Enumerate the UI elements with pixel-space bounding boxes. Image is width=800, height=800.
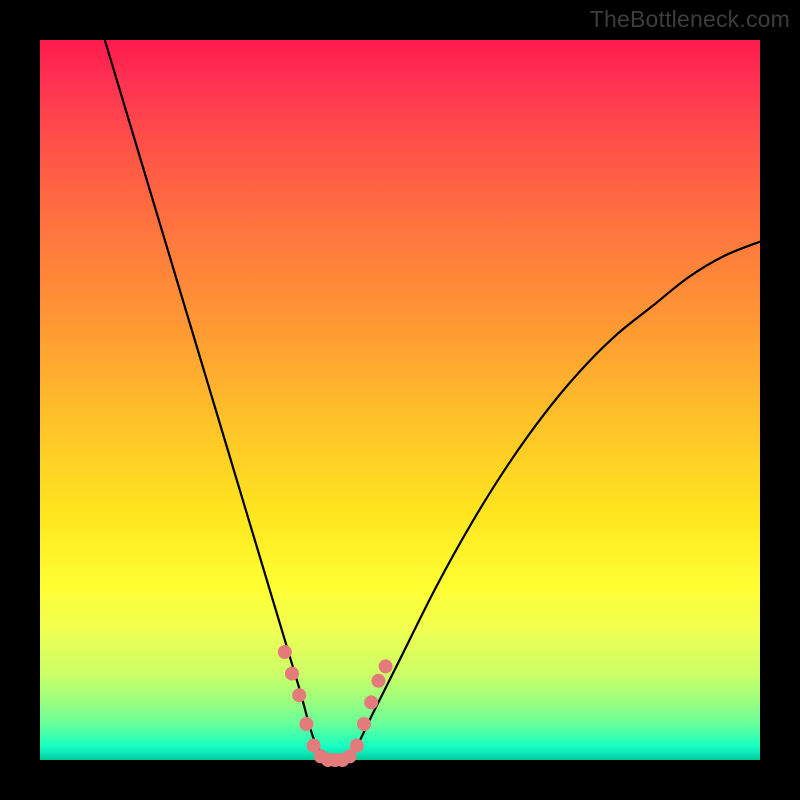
data-marker (285, 667, 299, 681)
data-marker (371, 674, 385, 688)
data-marker (278, 645, 292, 659)
data-marker (379, 659, 393, 673)
bottleneck-curve-path (105, 40, 760, 762)
data-marker (350, 739, 364, 753)
data-marker (292, 688, 306, 702)
plot-area (40, 40, 760, 760)
curve-group (105, 40, 760, 767)
marker-group (278, 645, 393, 767)
data-marker (357, 717, 371, 731)
data-marker (299, 717, 313, 731)
chart-frame: TheBottleneck.com (0, 0, 800, 800)
watermark-text: TheBottleneck.com (590, 6, 790, 33)
data-marker (364, 695, 378, 709)
bottleneck-curve-svg (40, 40, 760, 760)
